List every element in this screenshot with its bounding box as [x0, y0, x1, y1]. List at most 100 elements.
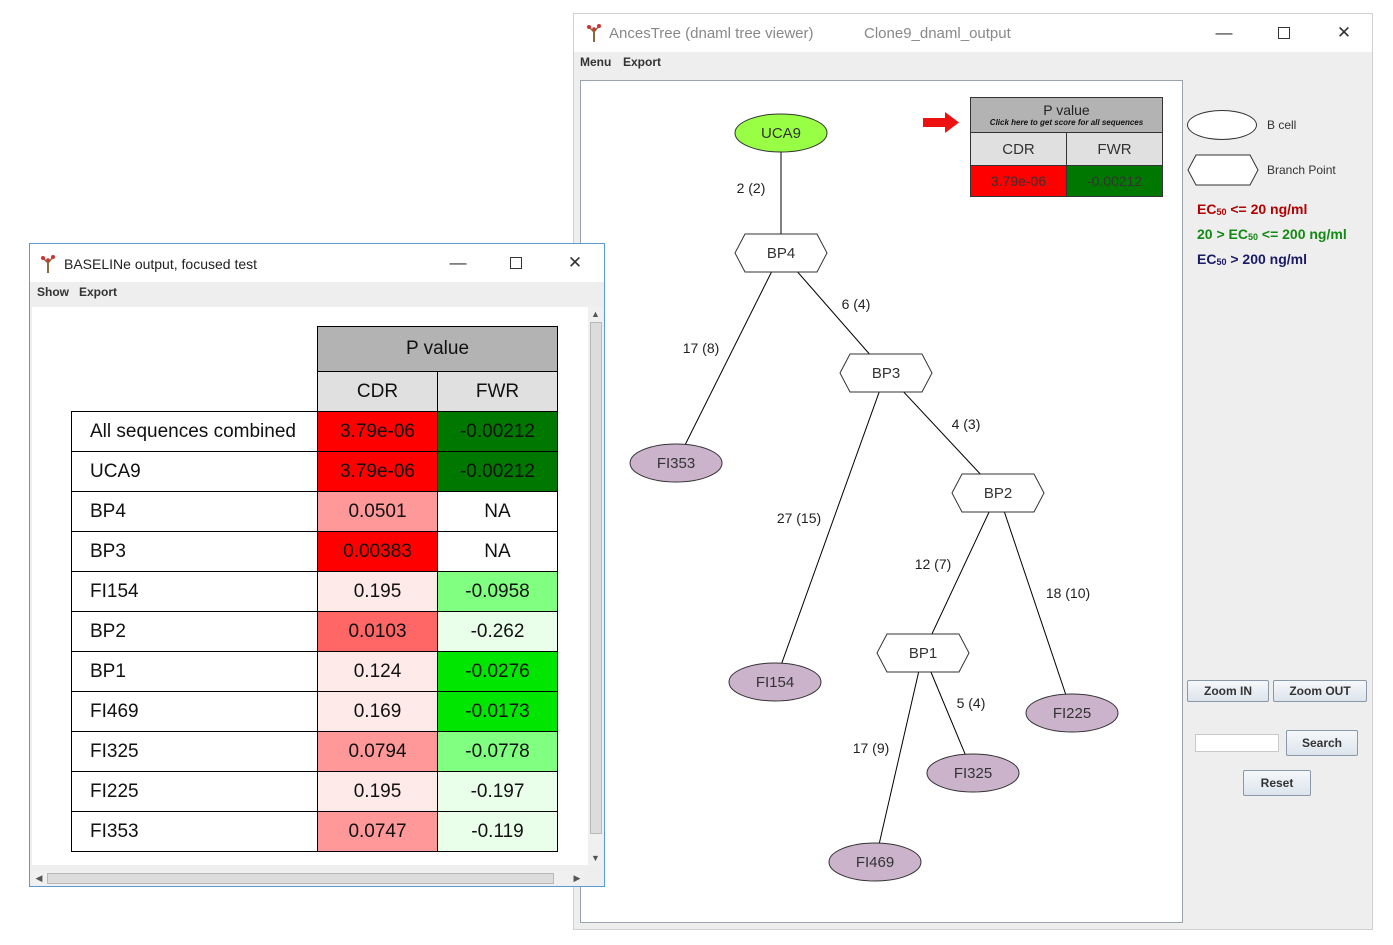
scroll-left-icon[interactable]: ◀ — [32, 871, 46, 885]
row-label: FI225 — [71, 771, 318, 812]
cdr-value-cell: 0.195 — [317, 771, 438, 812]
fwr-value-cell: -0.0958 — [437, 571, 558, 612]
b-cell-legend-label: B cell — [1267, 118, 1297, 132]
node-label: BP4 — [767, 245, 795, 262]
row-label: FI353 — [71, 811, 318, 852]
node-label: BP3 — [872, 365, 900, 382]
minimize-icon: — — [1215, 23, 1233, 42]
menu-export[interactable]: Export — [79, 285, 117, 299]
ancestree-titlebar[interactable]: AncesTree (dnaml tree viewer) Clone9_dna… — [574, 14, 1372, 52]
ec50-legend-line-1: EC50 <= 20 ng/ml — [1197, 201, 1307, 217]
node-label: BP2 — [984, 485, 1012, 502]
edge-label: 5 (4) — [957, 695, 986, 711]
horizontal-scroll-thumb[interactable] — [47, 873, 554, 884]
node-label: FI353 — [657, 455, 695, 472]
tree-app-icon — [41, 255, 55, 273]
file-title: Clone9_dnaml_output — [864, 25, 1011, 42]
edge-label: 18 (10) — [1046, 585, 1090, 601]
cdr-value-cell: 0.124 — [317, 651, 438, 692]
reset-button[interactable]: Reset — [1243, 770, 1311, 796]
ec50-line-3-sub: 50 — [1216, 257, 1227, 267]
b-cell-node-fi154[interactable]: FI154 — [728, 662, 822, 702]
fwr-value-cell: -0.262 — [437, 611, 558, 652]
maximize-button[interactable] — [1261, 14, 1307, 52]
ec50-line-1-sub: 50 — [1216, 207, 1227, 217]
search-input[interactable] — [1195, 734, 1279, 752]
cdr-value-cell: 0.169 — [317, 691, 438, 732]
pvalue-mini-fwr-value: -0.00212 — [1066, 165, 1163, 197]
zoom-out-button[interactable]: Zoom OUT — [1273, 680, 1367, 702]
node-label: FI469 — [856, 854, 894, 871]
row-label: All sequences combined — [71, 411, 318, 452]
edge-label: 2 (2) — [737, 180, 766, 196]
maximize-icon — [1278, 27, 1290, 39]
minimize-button[interactable]: — — [1201, 14, 1247, 52]
ec50-line-1-suffix: <= 20 ng/ml — [1226, 201, 1308, 217]
cdr-value-cell: 3.79e-06 — [317, 451, 438, 492]
maximize-button[interactable] — [493, 244, 539, 282]
vertical-scroll-thumb[interactable] — [590, 322, 602, 834]
pvalue-table-panel: P value CDR FWR All sequences combined 3.… — [32, 307, 588, 865]
tree-canvas[interactable]: 2 (2) 17 (8) 6 (4) 27 (15) 4 (3) 12 (7) 18 (10… — [580, 80, 1183, 923]
tree-edge-bp2-fi225 — [997, 492, 1073, 714]
tree-svg: 2 (2) 17 (8) 6 (4) 27 (15) 4 (3) 12 (7) 18 (10… — [629, 112, 1119, 882]
pvalue-mini-table[interactable]: P value Click here to get score for all … — [970, 97, 1163, 197]
pvalue-header: P value — [317, 326, 558, 372]
pvalue-mini-cdr-value: 3.79e-06 — [970, 165, 1067, 197]
row-label: BP4 — [71, 491, 318, 532]
row-label: FI469 — [71, 691, 318, 732]
ec50-line-2-sub: 50 — [1247, 232, 1258, 242]
search-button[interactable]: Search — [1286, 730, 1358, 756]
fwr-value-cell: NA — [437, 531, 558, 572]
ec50-line-3-suffix: > 200 ng/ml — [1226, 251, 1308, 267]
cdr-value-cell: 0.0794 — [317, 731, 438, 772]
b-cell-node-uca9[interactable]: UCA9 — [734, 113, 828, 153]
close-icon: ✕ — [567, 253, 583, 272]
cdr-value-cell: 0.0103 — [317, 611, 438, 652]
menu-show[interactable]: Show — [37, 285, 69, 299]
horizontal-scrollbar[interactable]: ◀ ▶ — [32, 871, 584, 885]
baseline-titlebar[interactable]: BASELINe output, focused test — ✕ — [30, 244, 604, 282]
scroll-down-icon[interactable]: ▼ — [588, 851, 603, 865]
b-cell-node-fi225[interactable]: FI225 — [1025, 693, 1119, 733]
close-icon: ✕ — [1336, 23, 1352, 42]
scroll-right-icon[interactable]: ▶ — [570, 871, 584, 885]
branch-point-node-bp2[interactable]: BP2 — [951, 473, 1045, 513]
ancestree-menubar: Menu Export — [574, 52, 1372, 72]
close-button[interactable]: ✕ — [1321, 14, 1367, 52]
ec50-line-1-prefix: EC — [1197, 201, 1217, 217]
branch-point-node-bp3[interactable]: BP3 — [839, 353, 933, 393]
menu-menu[interactable]: Menu — [580, 55, 611, 69]
branch-point-node-bp1[interactable]: BP1 — [876, 633, 970, 673]
cdr-value-cell: 3.79e-06 — [317, 411, 438, 452]
b-cell-node-fi469[interactable]: FI469 — [828, 842, 922, 882]
pvalue-mini-header[interactable]: P value Click here to get score for all … — [970, 97, 1163, 133]
maximize-icon — [510, 257, 522, 269]
row-label: BP3 — [71, 531, 318, 572]
vertical-scrollbar[interactable]: ▲ ▼ — [588, 307, 603, 865]
node-label: UCA9 — [761, 125, 801, 142]
branch-point-legend-shape — [1187, 154, 1259, 186]
pvalue-mini-subheader[interactable]: Click here to get score for all sequence… — [990, 118, 1143, 128]
node-label: FI325 — [954, 765, 992, 782]
pvalue-mini-cdr-header: CDR — [970, 132, 1067, 166]
row-label: BP1 — [71, 651, 318, 692]
menu-export[interactable]: Export — [623, 55, 661, 69]
ec50-line-3-prefix: EC — [1197, 251, 1217, 267]
ec50-legend-line-2: 20 > EC50 <= 200 ng/ml — [1197, 226, 1347, 242]
fwr-value-cell: -0.0276 — [437, 651, 558, 692]
edge-label: 27 (15) — [777, 510, 821, 526]
baseline-window: BASELINe output, focused test — ✕ Show E… — [29, 243, 605, 887]
edge-label: 4 (3) — [952, 416, 981, 432]
row-label: BP2 — [71, 611, 318, 652]
minimize-button[interactable]: — — [435, 244, 481, 282]
branch-point-node-bp4[interactable]: BP4 — [734, 233, 828, 273]
close-button[interactable]: ✕ — [552, 244, 598, 282]
b-cell-node-fi325[interactable]: FI325 — [926, 753, 1020, 793]
b-cell-node-fi353[interactable]: FI353 — [629, 443, 723, 483]
scroll-up-icon[interactable]: ▲ — [588, 307, 603, 321]
app-title: AncesTree (dnaml tree viewer) — [609, 25, 814, 42]
legend-panel: B cell Branch Point EC50 <= 20 ng/ml 20 … — [1184, 80, 1370, 921]
tree-edge-bp3-fi154 — [774, 372, 887, 683]
zoom-in-button[interactable]: Zoom IN — [1187, 680, 1269, 702]
